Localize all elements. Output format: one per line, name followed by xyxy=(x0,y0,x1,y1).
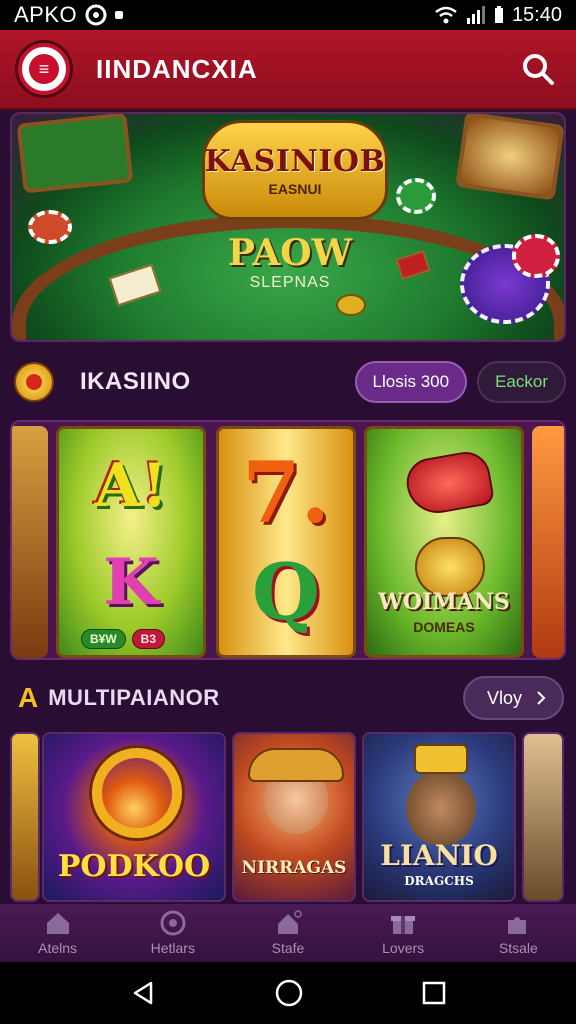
reel-2: 7. Q xyxy=(216,426,356,658)
reel-3: WOIMANS DOMEAS xyxy=(364,426,524,658)
signal-icon xyxy=(466,6,485,24)
symbol-seven: 7. xyxy=(242,443,330,542)
recents-icon[interactable] xyxy=(421,980,447,1006)
home-circle-icon[interactable] xyxy=(274,978,304,1008)
game-tile-partial[interactable] xyxy=(522,732,564,902)
app-logo[interactable]: ≡ xyxy=(18,43,70,95)
view-all-button[interactable]: Vloy xyxy=(462,676,564,720)
king-avatar xyxy=(406,770,476,846)
bonus-pill-button[interactable]: Llosis 300 xyxy=(354,361,468,403)
nav-item-stsale[interactable]: Stsale xyxy=(468,910,568,956)
nav-item-lovers[interactable]: Lovers xyxy=(353,910,453,956)
reel-1: A! K B¥W B3 xyxy=(56,426,206,658)
nav-label: Atelns xyxy=(38,940,78,956)
clock-label: 15:40 xyxy=(511,3,562,26)
view-all-label: Vloy xyxy=(486,687,522,708)
app-header: ≡ IINDANCXIA xyxy=(0,30,576,110)
search-button[interactable] xyxy=(518,49,558,89)
chip-icon xyxy=(396,178,436,214)
gift-icon xyxy=(391,916,416,934)
house-icon xyxy=(277,910,302,934)
roulette-table xyxy=(455,114,564,201)
multiplayer-a-icon: A xyxy=(18,682,39,713)
game-tile[interactable]: NIRRAGAS xyxy=(232,732,356,902)
symbol-a: A! xyxy=(94,451,168,521)
money-bag-icon xyxy=(415,537,485,597)
heart-icon xyxy=(402,448,496,518)
game-tile-title: PODKOO xyxy=(57,849,211,884)
nav-item-atelns[interactable]: Atelns xyxy=(8,910,108,956)
symbol-k: K xyxy=(103,545,159,620)
puzzle-icon xyxy=(508,917,527,934)
home-icon xyxy=(46,913,69,934)
multiplayer-section-title: MULTIPAIANOR xyxy=(48,685,220,710)
game-tile-title: LIANIO xyxy=(380,839,498,872)
secondary-pill-button[interactable]: Eackor xyxy=(477,361,566,403)
game-tiles-row: PODKOO NIRRAGAS LIANIO DRAGCHS xyxy=(0,732,576,904)
hero-sub-text: SLEPNAS xyxy=(249,274,331,291)
bottom-navigation: Atelns Hetlars Stafe Lovers Stsale xyxy=(0,904,576,962)
slot-reels-banner[interactable]: A! K B¥W B3 7. Q WOIMANS DOMEAS xyxy=(10,420,566,660)
reel-3-subtitle: DOMEAS xyxy=(413,619,475,635)
symbol-q: Q xyxy=(252,547,320,638)
hero-main-text: PAOW xyxy=(227,232,353,274)
game-tile-partial[interactable] xyxy=(10,732,40,902)
game-tile[interactable]: PODKOO xyxy=(42,732,226,902)
reel-partial-left xyxy=(12,426,48,658)
reel-partial-right xyxy=(532,426,564,658)
nav-item-hetlars[interactable]: Hetlars xyxy=(123,910,223,956)
casino-section-title: IKASIINO xyxy=(80,368,191,395)
coin-icon xyxy=(336,294,366,316)
nav-item-stafe[interactable]: Stafe xyxy=(238,910,338,956)
system-navigation-bar xyxy=(0,962,576,1024)
gold-ring-icon xyxy=(92,748,182,838)
wifi-icon xyxy=(435,6,457,24)
nav-label: Lovers xyxy=(382,940,425,956)
reel-3-title: WOIMANS xyxy=(378,589,510,615)
target-icon xyxy=(160,910,186,936)
multiplayer-section-header: A MULTIPAIANOR Vloy xyxy=(18,676,564,720)
logo-mark-icon: ≡ xyxy=(29,54,59,84)
game-tile-subtitle: DRAGCHS xyxy=(404,874,474,888)
reel-1-pills: B¥W B3 xyxy=(81,629,166,649)
carrier-label: APKO xyxy=(14,2,78,27)
chevron-right-icon xyxy=(537,691,546,705)
reel-pill-green: B¥W xyxy=(81,629,126,649)
crown-icon xyxy=(414,744,468,774)
reel-pill-red: B3 xyxy=(131,629,166,649)
battery-icon xyxy=(494,6,503,23)
left-card-table xyxy=(16,114,134,194)
casino-emblem-icon xyxy=(14,362,54,402)
cowboy-hat-icon xyxy=(248,748,344,782)
hero-banner[interactable]: KASINIOB EASNUI PAOW SLEPNAS xyxy=(10,112,566,342)
search-icon xyxy=(523,54,554,85)
nav-label: Stafe xyxy=(271,940,305,956)
app-title: IINDANCXIA xyxy=(96,53,258,84)
badge-title: KASINIOB xyxy=(204,143,386,179)
game-tile[interactable]: LIANIO DRAGCHS xyxy=(362,732,516,902)
badge-subtitle: EASNUI xyxy=(268,180,322,197)
back-icon[interactable] xyxy=(129,979,157,1007)
casino-section-header: IKASIINO Llosis 300 Eackor xyxy=(14,358,566,406)
nav-label: Hetlars xyxy=(150,940,195,956)
nav-label: Stsale xyxy=(498,940,538,956)
circle-p-icon xyxy=(85,4,107,26)
notification-dot-icon xyxy=(115,11,124,19)
status-bar: APKO 15:40 xyxy=(0,0,576,30)
casino-badge: KASINIOB EASNUI xyxy=(202,120,388,220)
game-tile-title: NIRRAGAS xyxy=(241,858,347,878)
